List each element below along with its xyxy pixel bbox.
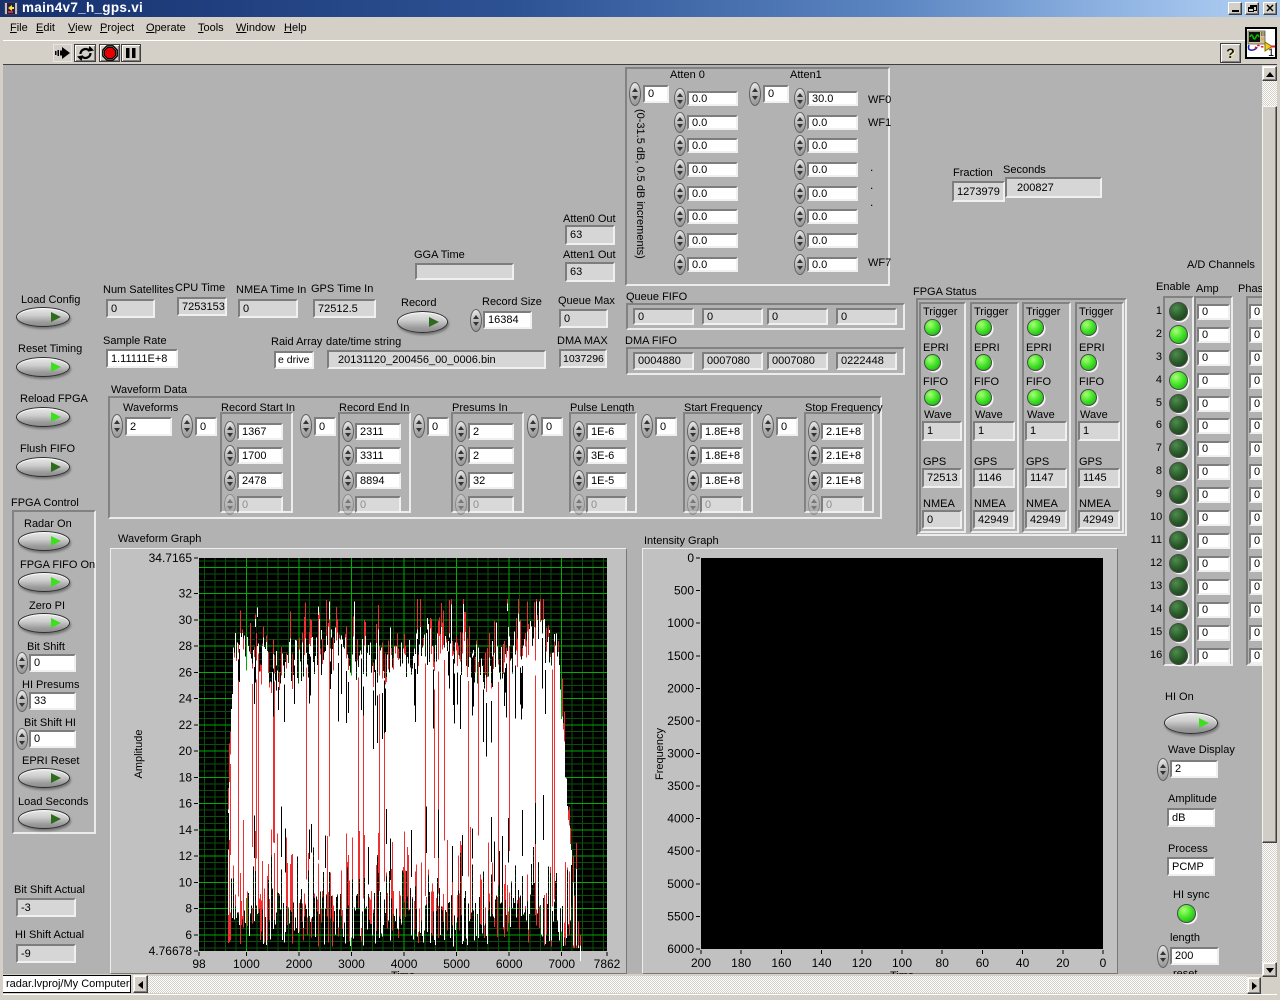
svg-text:4000: 4000	[667, 812, 694, 826]
svg-text:Frequency: Frequency	[654, 728, 666, 780]
svg-text:4.76678: 4.76678	[149, 944, 193, 958]
svg-text:14: 14	[179, 823, 193, 837]
svg-text:3000: 3000	[667, 747, 694, 761]
svg-text:18: 18	[179, 770, 193, 784]
svg-text:20: 20	[179, 744, 193, 758]
svg-text:1500: 1500	[667, 649, 694, 663]
svg-text:3500: 3500	[667, 779, 694, 793]
svg-text:6000: 6000	[667, 942, 694, 956]
svg-text:26: 26	[179, 665, 193, 679]
svg-text:8: 8	[185, 902, 192, 916]
svg-text:120: 120	[852, 956, 872, 970]
svg-text:100: 100	[892, 956, 912, 970]
svg-text:180: 180	[731, 956, 751, 970]
svg-text:4500: 4500	[667, 844, 694, 858]
svg-text:20: 20	[1056, 956, 1070, 970]
svg-text:160: 160	[771, 956, 791, 970]
svg-text:2500: 2500	[667, 714, 694, 728]
svg-text:12: 12	[179, 849, 193, 863]
svg-text:30: 30	[179, 613, 193, 627]
svg-text:10: 10	[179, 875, 193, 889]
svg-text:1000: 1000	[667, 616, 694, 630]
svg-text:24: 24	[179, 692, 193, 706]
svg-text:200: 200	[691, 956, 711, 970]
svg-text:0: 0	[1100, 956, 1107, 970]
svg-text:4000: 4000	[391, 957, 418, 971]
svg-text:6: 6	[185, 928, 192, 942]
svg-text:5000: 5000	[443, 957, 470, 971]
svg-text:32: 32	[179, 587, 193, 601]
svg-text:500: 500	[674, 584, 694, 598]
svg-text:5000: 5000	[667, 877, 694, 891]
svg-text:40: 40	[1016, 956, 1030, 970]
svg-text:7862: 7862	[594, 957, 621, 971]
svg-text:140: 140	[812, 956, 832, 970]
svg-text:80: 80	[936, 956, 950, 970]
svg-text:6000: 6000	[496, 957, 523, 971]
svg-text:1: 1	[1268, 47, 1274, 57]
svg-text:28: 28	[179, 639, 193, 653]
svg-text:2000: 2000	[667, 681, 694, 695]
svg-text:3000: 3000	[338, 957, 365, 971]
svg-text:0: 0	[687, 551, 694, 565]
svg-text:2000: 2000	[286, 957, 313, 971]
svg-text:7000: 7000	[548, 957, 575, 971]
svg-text:34.7165: 34.7165	[149, 551, 193, 565]
svg-text:22: 22	[179, 718, 193, 732]
svg-text:1000: 1000	[233, 957, 260, 971]
svg-text:60: 60	[976, 956, 990, 970]
svg-text:16: 16	[179, 797, 193, 811]
svg-text:5500: 5500	[667, 909, 694, 923]
svg-text:Amplitude: Amplitude	[133, 730, 145, 779]
svg-text:98: 98	[192, 957, 206, 971]
